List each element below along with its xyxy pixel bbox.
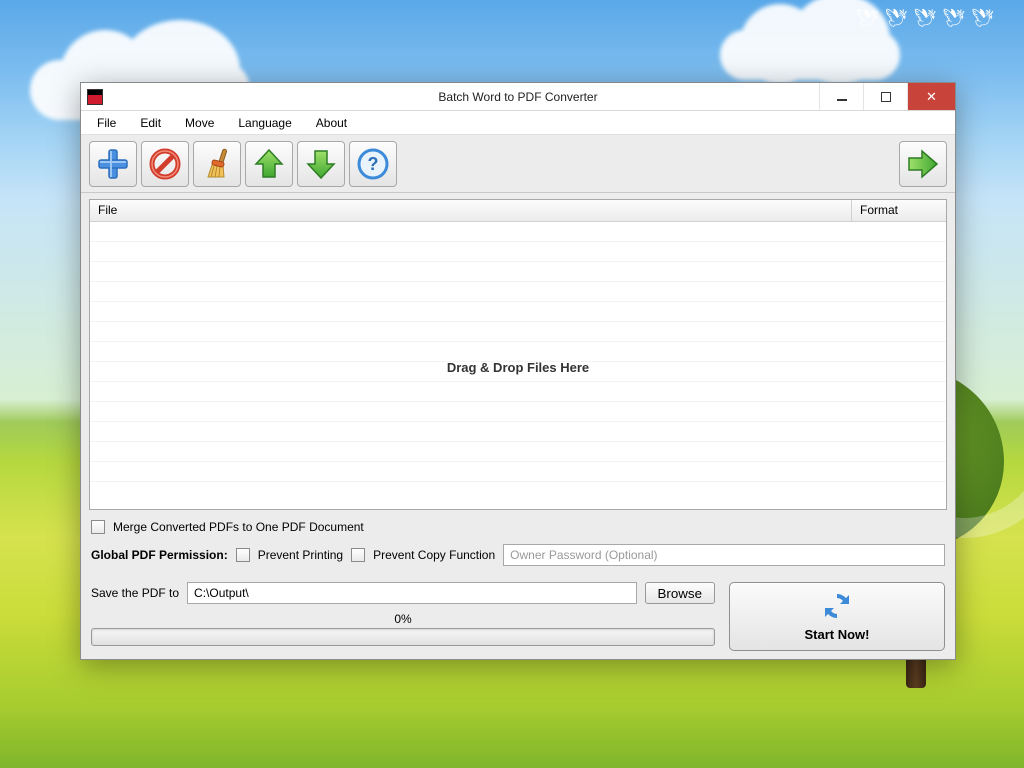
app-window: Batch Word to PDF Converter ✕ File Edit … (80, 82, 956, 660)
arrow-up-icon (252, 147, 286, 181)
menu-move[interactable]: Move (175, 113, 224, 133)
browse-button[interactable]: Browse (645, 582, 715, 604)
toolbar: ? (81, 135, 955, 193)
list-body[interactable]: Drag & Drop Files Here (90, 222, 946, 509)
menu-edit[interactable]: Edit (130, 113, 171, 133)
start-button[interactable]: Start Now! (729, 582, 945, 651)
prevent-copy-label: Prevent Copy Function (373, 548, 495, 562)
save-path-input[interactable] (187, 582, 637, 604)
title-bar[interactable]: Batch Word to PDF Converter ✕ (81, 83, 955, 111)
owner-password-input[interactable] (503, 544, 945, 566)
prevent-printing-checkbox[interactable] (236, 548, 250, 562)
prevent-printing-label: Prevent Printing (258, 548, 343, 562)
window-title: Batch Word to PDF Converter (81, 90, 955, 104)
menu-language[interactable]: Language (228, 113, 301, 133)
drop-hint: Drag & Drop Files Here (90, 360, 946, 375)
svg-text:?: ? (368, 154, 379, 174)
start-label: Start Now! (805, 627, 870, 642)
help-button[interactable]: ? (349, 141, 397, 187)
list-header: File Format (90, 200, 946, 222)
permission-label: Global PDF Permission: (91, 548, 228, 562)
broom-icon (200, 147, 234, 181)
prevent-copy-checkbox[interactable] (351, 548, 365, 562)
arrow-down-icon (304, 147, 338, 181)
column-file[interactable]: File (90, 200, 852, 221)
plus-icon (96, 147, 130, 181)
merge-label: Merge Converted PDFs to One PDF Document (113, 520, 364, 534)
progress-bar (91, 628, 715, 646)
arrow-right-icon (905, 147, 941, 181)
move-down-button[interactable] (297, 141, 345, 187)
save-to-label: Save the PDF to (91, 586, 179, 600)
menu-about[interactable]: About (306, 113, 357, 133)
menu-file[interactable]: File (87, 113, 126, 133)
clear-button[interactable] (193, 141, 241, 187)
refresh-icon (820, 589, 854, 623)
menu-bar: File Edit Move Language About (81, 111, 955, 135)
remove-button[interactable] (141, 141, 189, 187)
merge-checkbox[interactable] (91, 520, 105, 534)
file-list[interactable]: File Format Drag & Drop Files Here (89, 199, 947, 510)
progress-percent: 0% (394, 612, 411, 626)
help-icon: ? (356, 147, 390, 181)
convert-button[interactable] (899, 141, 947, 187)
column-format[interactable]: Format (852, 200, 946, 221)
add-button[interactable] (89, 141, 137, 187)
forbidden-icon (148, 147, 182, 181)
move-up-button[interactable] (245, 141, 293, 187)
